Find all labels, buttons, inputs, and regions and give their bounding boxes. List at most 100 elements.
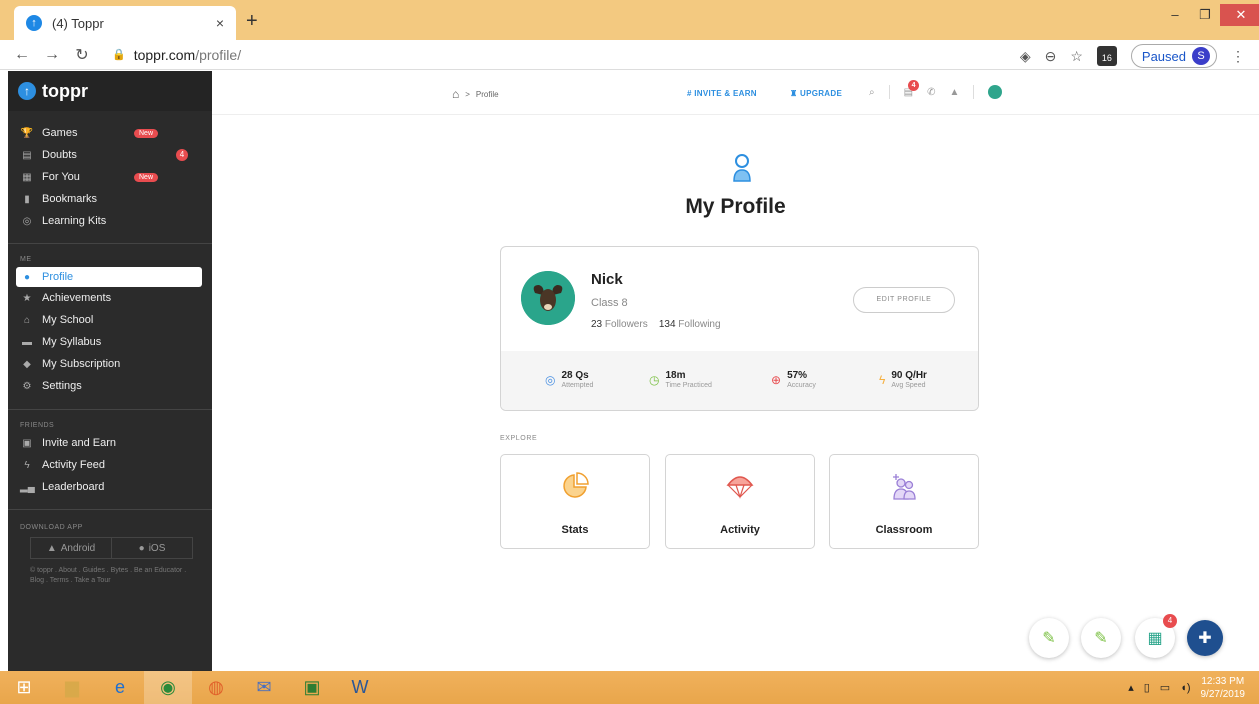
start-button[interactable]: ⊞ bbox=[0, 671, 48, 704]
restore-icon[interactable]: ❐ bbox=[1190, 4, 1220, 26]
gift-icon: ▣ bbox=[22, 437, 32, 449]
sidebar-item-activity-feed[interactable]: ϟ Activity Feed bbox=[16, 455, 202, 475]
sidebar-item-leaderboard[interactable]: ▂▄ Leaderboard bbox=[16, 477, 202, 497]
minimize-icon[interactable]: – bbox=[1160, 4, 1190, 26]
chat-plus-icon: ✚ bbox=[1198, 630, 1212, 647]
volume-icon[interactable]: ◖) bbox=[1180, 682, 1190, 694]
bell-icon[interactable]: ▲ bbox=[949, 87, 959, 98]
user-avatar[interactable] bbox=[988, 85, 1003, 99]
tab-close-icon[interactable]: × bbox=[216, 15, 224, 31]
search-icon[interactable]: ⌕ bbox=[869, 87, 875, 98]
floating-button-2[interactable]: ✎ bbox=[1081, 618, 1121, 658]
sidebar-item-learning-kits[interactable]: ◎ Learning Kits bbox=[16, 211, 202, 231]
outlook-icon[interactable]: ✉ bbox=[240, 671, 288, 704]
paused-label: Paused bbox=[1141, 48, 1186, 64]
extension-badge-icon[interactable]: 16 bbox=[1096, 46, 1117, 66]
sidebar-item-invite-and-earn[interactable]: ▣ Invite and Earn bbox=[16, 433, 202, 453]
chat-fab[interactable]: ✚ bbox=[1187, 620, 1223, 656]
store-icon[interactable]: ▣ bbox=[288, 671, 336, 704]
tray-up-icon[interactable]: ▴ bbox=[1128, 681, 1134, 694]
word-icon[interactable]: W bbox=[336, 671, 384, 704]
clock[interactable]: 12:33 PM 9/27/2019 bbox=[1201, 675, 1246, 701]
profile-user-icon bbox=[733, 154, 751, 182]
sidebar-item-profile[interactable]: ● Profile bbox=[16, 267, 202, 287]
file-explorer-icon[interactable]: ▆ bbox=[48, 671, 96, 704]
sidebar-item-settings[interactable]: ⚙ Settings bbox=[16, 376, 202, 396]
follow-stats: 23 Followers 134 Following bbox=[591, 319, 721, 330]
explore-label: EXPLORE bbox=[500, 435, 538, 442]
fab-badge: 4 bbox=[1163, 614, 1177, 628]
new-tab-button[interactable]: + bbox=[246, 10, 258, 33]
taskbar: ⊞ ▆ e ◉ ◍ ✉ ▣ W ▴ ▯ ▭ ◖) 12:33 PM 9/27/2… bbox=[0, 671, 1259, 704]
tile-classroom[interactable]: Classroom bbox=[829, 454, 979, 549]
sidebar-item-games[interactable]: 🏆 Games New bbox=[16, 123, 202, 143]
section-friends: FRIENDS bbox=[20, 422, 55, 429]
url-field[interactable]: 🔒 toppr.com /profile/ bbox=[112, 47, 241, 63]
menu-kebab-icon[interactable]: ⋮ bbox=[1231, 48, 1245, 65]
sidebar-item-my-school[interactable]: ⌂ My School bbox=[16, 310, 202, 330]
section-me: ME bbox=[20, 256, 32, 263]
stat-label: Accuracy bbox=[787, 382, 816, 389]
zoom-icon[interactable]: ⊖ bbox=[1045, 48, 1057, 65]
lightning-icon: ϟ bbox=[879, 373, 886, 387]
address-bar: ← → ↻ 🔒 toppr.com /profile/ ◈ ⊖ ☆ 16 Pau… bbox=[0, 40, 1259, 70]
network-icon[interactable]: ▭ bbox=[1160, 681, 1170, 694]
bookmark-star-icon[interactable]: ☆ bbox=[1070, 48, 1083, 65]
target-icon: ◎ bbox=[545, 373, 556, 387]
sidebar-item-my-syllabus[interactable]: ▬ My Syllabus bbox=[16, 332, 202, 352]
edit-profile-button[interactable]: EDIT PROFILE bbox=[853, 287, 955, 313]
extension-icon[interactable]: ◈ bbox=[1020, 48, 1031, 65]
sidebar-item-for-you[interactable]: ▦ For You New bbox=[16, 167, 202, 187]
clock-date: 9/27/2019 bbox=[1200, 688, 1246, 700]
footer-links[interactable]: © toppr . About . Guides . Bytes . Be an… bbox=[30, 566, 200, 586]
android-icon: ▲ bbox=[46, 542, 57, 554]
following-label[interactable]: Following bbox=[678, 319, 720, 330]
back-icon[interactable]: ← bbox=[14, 46, 30, 64]
calculator-fab[interactable]: ▦ 4 bbox=[1135, 614, 1177, 658]
sidebar: ↑ toppr 🏆 Games New ▤ Doubts 4 ▦ For You… bbox=[8, 71, 212, 671]
leaf-icon: ✎ bbox=[1094, 630, 1108, 647]
phone-icon[interactable]: ✆ bbox=[927, 87, 935, 98]
followers-label[interactable]: Followers bbox=[605, 319, 648, 330]
internet-explorer-icon[interactable]: e bbox=[96, 671, 144, 704]
reload-icon[interactable]: ↻ bbox=[74, 45, 90, 65]
doubts-nav-icon[interactable]: ▤ 4 bbox=[904, 79, 920, 98]
sidebar-item-label: Games bbox=[42, 127, 78, 139]
sidebar-item-label: Activity Feed bbox=[42, 459, 105, 471]
book-icon: ▬ bbox=[22, 336, 32, 348]
breadcrumb: ⌂ > Profile bbox=[452, 87, 499, 101]
sidebar-item-label: Profile bbox=[42, 271, 74, 283]
chrome-icon[interactable]: ◉ bbox=[144, 671, 192, 704]
floating-button-1[interactable]: ✎ bbox=[1029, 618, 1069, 658]
divider bbox=[888, 85, 890, 99]
browser-actions: ◈ ⊖ ☆ 16 Paused S ⋮ bbox=[1020, 44, 1245, 68]
user-class: Class 8 bbox=[591, 297, 628, 309]
ios-button[interactable]: ● iOS bbox=[111, 538, 192, 558]
upgrade-link[interactable]: ♜ UPGRADE bbox=[790, 89, 842, 98]
tile-stats[interactable]: Stats bbox=[500, 454, 650, 549]
tile-activity[interactable]: Activity bbox=[665, 454, 815, 549]
invite-earn-link[interactable]: # INVITE & EARN bbox=[687, 89, 757, 98]
tile-label: Activity bbox=[720, 524, 760, 536]
sidebar-item-achievements[interactable]: ★ Achievements bbox=[16, 288, 202, 308]
page-title: My Profile bbox=[685, 195, 786, 218]
android-button[interactable]: ▲ Android bbox=[31, 538, 111, 558]
battery-icon[interactable]: ▯ bbox=[1144, 681, 1150, 694]
home-icon[interactable]: ⌂ bbox=[452, 87, 459, 101]
firefox-icon[interactable]: ◍ bbox=[192, 671, 240, 704]
tab-title: (4) Toppr bbox=[52, 15, 104, 31]
sidebar-item-my-subscription[interactable]: ◆ My Subscription bbox=[16, 354, 202, 374]
new-badge: New bbox=[134, 128, 159, 138]
forward-icon[interactable]: → bbox=[44, 46, 60, 64]
profile-paused-button[interactable]: Paused S bbox=[1130, 44, 1217, 68]
sidebar-item-doubts[interactable]: ▤ Doubts 4 bbox=[16, 145, 202, 165]
sidebar-item-bookmarks[interactable]: ▮ Bookmarks bbox=[16, 189, 202, 209]
divider bbox=[8, 409, 212, 410]
window-close-icon[interactable]: ✕ bbox=[1220, 4, 1259, 26]
toppr-logo[interactable]: ↑ toppr bbox=[8, 71, 212, 111]
browser-tab[interactable]: ↑ (4) Toppr × bbox=[14, 6, 236, 40]
tile-label: Stats bbox=[561, 524, 589, 536]
following-count[interactable]: 134 bbox=[659, 319, 676, 330]
followers-count[interactable]: 23 bbox=[591, 319, 602, 330]
chat-icon: ▤ bbox=[22, 149, 32, 161]
